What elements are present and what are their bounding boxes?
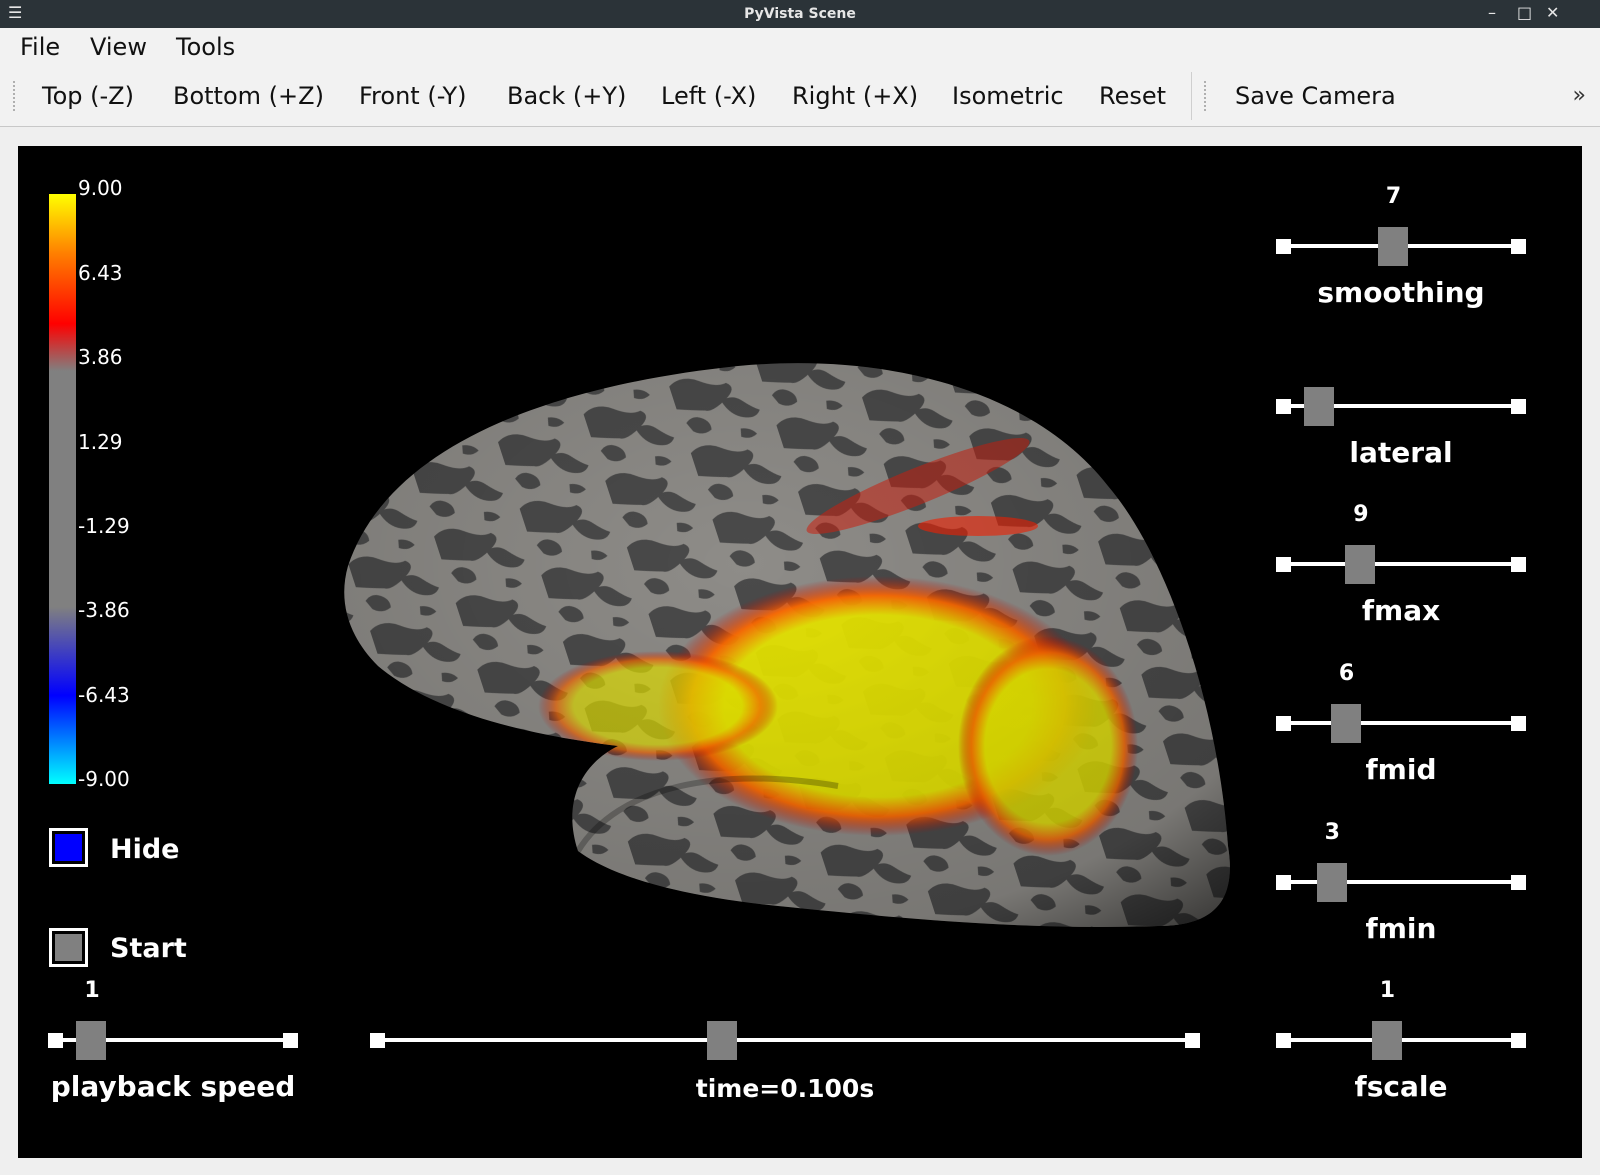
hide-label: Hide <box>110 834 180 865</box>
hide-checkbox-fill <box>55 834 82 861</box>
colorbar-tick: -1.29 <box>78 514 130 538</box>
fmin-slider[interactable]: 3 fmin <box>1276 820 1526 952</box>
smoothing-slider-value: 7 <box>1385 184 1402 209</box>
fmid-slider-start-cap <box>1276 716 1291 731</box>
time-slider-handle[interactable] <box>707 1021 738 1060</box>
left-view-button[interactable]: Left (-X) <box>661 66 756 126</box>
lateral-slider-handle[interactable] <box>1304 387 1335 426</box>
menu-bar: File View Tools <box>0 28 1600 66</box>
smoothing-slider-handle[interactable] <box>1377 227 1408 266</box>
close-icon[interactable]: ✕ <box>1546 3 1559 22</box>
bottom-view-button[interactable]: Bottom (+Z) <box>173 66 324 126</box>
time-slider-start-cap <box>370 1033 385 1048</box>
playback-slider-end-cap <box>283 1033 298 1048</box>
fmin-slider-start-cap <box>1276 875 1291 890</box>
render-viewport[interactable]: 9.00 6.43 3.86 1.29 -1.29 -3.86 -6.43 -9… <box>18 146 1582 1158</box>
fmax-slider-value: 9 <box>1353 502 1369 527</box>
fmin-slider-value: 3 <box>1324 820 1340 845</box>
top-view-button[interactable]: Top (-Z) <box>42 66 134 126</box>
fscale-slider-end-cap <box>1511 1033 1526 1048</box>
fscale-slider-start-cap <box>1276 1033 1291 1048</box>
colorbar-tick: -6.43 <box>78 683 130 707</box>
menu-tools[interactable]: Tools <box>176 28 235 66</box>
playback-slider-handle[interactable] <box>76 1021 107 1060</box>
menu-view[interactable]: View <box>90 28 147 66</box>
time-slider-label: time=0.100s <box>695 1074 875 1103</box>
fscale-slider-label: fscale <box>1354 1070 1448 1103</box>
playback-slider-label: playback speed <box>50 1070 296 1103</box>
colorbar-tick: 3.86 <box>78 345 123 369</box>
lateral-slider[interactable]: lateral <box>1276 346 1526 476</box>
isometric-view-button[interactable]: Isometric <box>952 66 1064 126</box>
playback-slider-start-cap <box>48 1033 63 1048</box>
fmid-slider-end-cap <box>1511 716 1526 731</box>
toolbar-separator <box>1191 72 1192 120</box>
fmid-slider[interactable]: 6 fmid <box>1276 661 1526 793</box>
fscale-slider-value: 1 <box>1379 978 1396 1003</box>
menu-file[interactable]: File <box>20 28 60 66</box>
fmax-slider-start-cap <box>1276 557 1291 572</box>
fmin-slider-end-cap <box>1511 875 1526 890</box>
hide-checkbox[interactable] <box>49 828 88 867</box>
toolbar-grip-handle-2[interactable] <box>1203 80 1207 112</box>
playback-speed-slider[interactable]: 1 playback speed <box>48 978 298 1110</box>
colorbar-tick: 1.29 <box>78 430 123 454</box>
smoothing-slider-label: smoothing <box>1317 276 1485 309</box>
minimize-icon[interactable]: – <box>1488 3 1496 22</box>
colorbar <box>49 194 76 784</box>
smoothing-slider-start-cap <box>1276 239 1291 254</box>
toolbar-grip-handle[interactable] <box>12 80 16 112</box>
smoothing-slider[interactable]: 7 smoothing <box>1276 184 1526 316</box>
lateral-slider-label: lateral <box>1349 436 1453 469</box>
time-slider-track[interactable] <box>377 1038 1193 1042</box>
start-checkbox[interactable] <box>49 928 88 967</box>
reset-view-button[interactable]: Reset <box>1099 66 1166 126</box>
fscale-slider[interactable]: 1 fscale <box>1276 978 1526 1110</box>
fmin-slider-handle[interactable] <box>1316 863 1347 902</box>
title-bar: ☰ PyVista Scene – □ ✕ <box>0 0 1600 28</box>
fmid-slider-track[interactable] <box>1283 721 1519 725</box>
smoothing-slider-end-cap <box>1511 239 1526 254</box>
colorbar-tick: 6.43 <box>78 261 123 285</box>
fmid-slider-label: fmid <box>1365 753 1437 786</box>
lateral-slider-start-cap <box>1276 399 1291 414</box>
playback-slider-value: 1 <box>84 978 100 1003</box>
fmin-slider-label: fmin <box>1365 912 1437 945</box>
fmax-slider-handle[interactable] <box>1345 545 1376 584</box>
fscale-slider-handle[interactable] <box>1371 1021 1402 1060</box>
colorbar-tick: -3.86 <box>78 598 130 622</box>
start-label: Start <box>110 933 187 964</box>
lateral-slider-end-cap <box>1511 399 1526 414</box>
time-slider[interactable]: time=0.100s <box>370 980 1200 1110</box>
fmid-slider-handle[interactable] <box>1330 704 1361 743</box>
time-slider-end-cap <box>1185 1033 1200 1048</box>
maximize-icon[interactable]: □ <box>1517 3 1532 22</box>
toolbar-overflow-icon[interactable]: » <box>1573 66 1586 126</box>
fmax-slider-track[interactable] <box>1283 562 1519 566</box>
fmax-slider-end-cap <box>1511 557 1526 572</box>
start-checkbox-fill <box>55 934 82 961</box>
camera-toolbar: Top (-Z) Bottom (+Z) Front (-Y) Back (+Y… <box>0 66 1600 127</box>
fmid-slider-value: 6 <box>1338 661 1355 686</box>
save-camera-button[interactable]: Save Camera <box>1235 66 1396 126</box>
colorbar-tick: -9.00 <box>78 767 130 791</box>
window-title: PyVista Scene <box>744 6 856 22</box>
right-view-button[interactable]: Right (+X) <box>792 66 918 126</box>
fmax-slider-label: fmax <box>1361 594 1441 627</box>
fmax-slider[interactable]: 9 fmax <box>1276 502 1526 634</box>
back-view-button[interactable]: Back (+Y) <box>507 66 626 126</box>
colorbar-tick: 9.00 <box>78 176 123 200</box>
front-view-button[interactable]: Front (-Y) <box>359 66 467 126</box>
